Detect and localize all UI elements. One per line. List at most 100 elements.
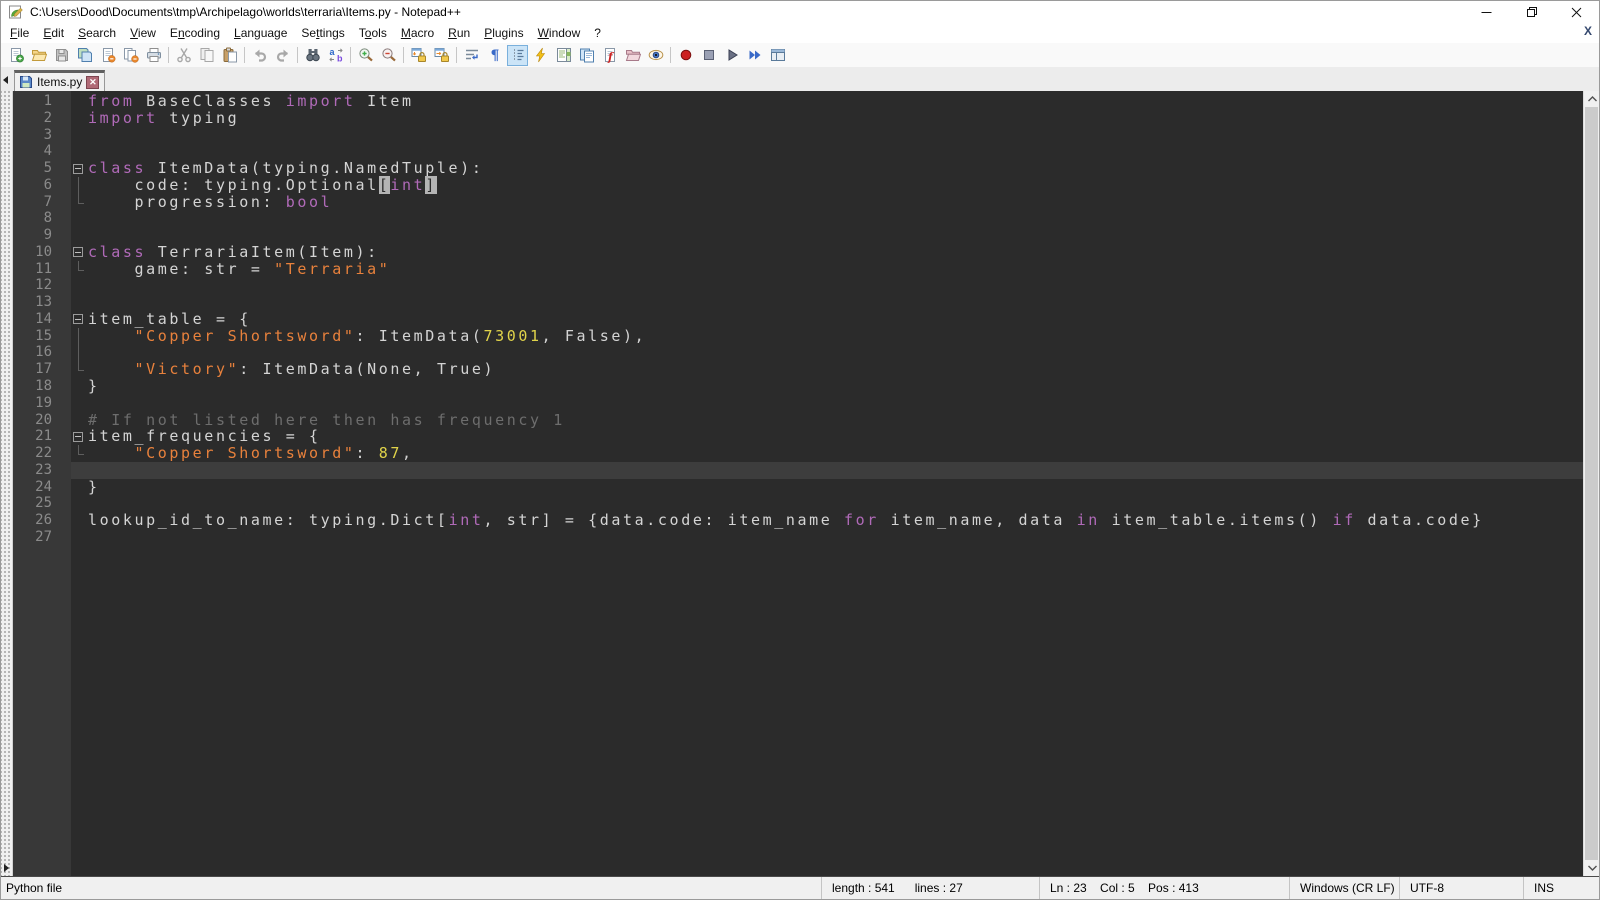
- menu-run[interactable]: Run: [441, 24, 477, 42]
- code-text[interactable]: [88, 495, 1583, 512]
- code-text[interactable]: [88, 277, 1583, 294]
- show-all-characters-button[interactable]: ¶: [484, 45, 505, 66]
- tab-close-icon[interactable]: ✕: [86, 76, 99, 89]
- undo-button[interactable]: [249, 45, 270, 66]
- folder-as-workspace-button[interactable]: [622, 45, 643, 66]
- menu-plugins[interactable]: Plugins: [477, 24, 530, 42]
- paste-button[interactable]: [219, 45, 240, 66]
- close-all-button[interactable]: [120, 45, 141, 66]
- monitoring-button[interactable]: [645, 45, 666, 66]
- code-text[interactable]: "Copper Shortsword": ItemData(73001, Fal…: [88, 328, 1583, 345]
- macro-stop-button[interactable]: [698, 45, 719, 66]
- word-wrap-button[interactable]: [461, 45, 482, 66]
- menu-settings[interactable]: Settings: [294, 24, 351, 42]
- code-text[interactable]: item_table = {: [88, 311, 1583, 328]
- code-text[interactable]: from BaseClasses import Item: [88, 93, 1583, 110]
- sync-horizontal-button[interactable]: [431, 45, 452, 66]
- cut-button[interactable]: [173, 45, 194, 66]
- code-text[interactable]: lookup_id_to_name: typing.Dict[int, str]…: [88, 512, 1583, 529]
- print-button[interactable]: [143, 45, 164, 66]
- zoom-out-button[interactable]: [378, 45, 399, 66]
- fold-collapse-icon[interactable]: [73, 164, 83, 174]
- code-text[interactable]: [88, 227, 1583, 244]
- copy-button[interactable]: [196, 45, 217, 66]
- minimize-button[interactable]: [1464, 1, 1509, 23]
- fold-margin: [71, 479, 88, 496]
- redo-button[interactable]: [272, 45, 293, 66]
- document-map-icon: [556, 47, 572, 63]
- code-text[interactable]: [88, 529, 1583, 546]
- fold-collapse-icon[interactable]: [73, 314, 83, 324]
- fold-toggle[interactable]: [71, 428, 88, 445]
- code-text[interactable]: }: [88, 378, 1583, 395]
- menubar-close-icon[interactable]: X: [1584, 24, 1592, 38]
- menu-edit[interactable]: Edit: [36, 24, 71, 42]
- code-line-18: 18}: [13, 378, 1583, 395]
- code-line-7: 7 progression: bool: [13, 194, 1583, 211]
- zoom-in-button[interactable]: [355, 45, 376, 66]
- code-text[interactable]: progression: bool: [88, 194, 1583, 211]
- replace-button[interactable]: ab: [325, 45, 346, 66]
- fold-collapse-icon[interactable]: [73, 432, 83, 442]
- code-text[interactable]: [88, 143, 1583, 160]
- restore-button[interactable]: [1509, 1, 1554, 23]
- show-indent-guide-button[interactable]: [507, 45, 528, 66]
- code-text[interactable]: [88, 210, 1583, 227]
- menu-search[interactable]: Search: [71, 24, 123, 42]
- dock-splitter[interactable]: [1, 91, 13, 876]
- shortcut-mapper-button[interactable]: [530, 45, 551, 66]
- line-number: 13: [13, 294, 71, 311]
- menu-language[interactable]: Language: [227, 24, 294, 42]
- dock-arrow-icon[interactable]: [4, 864, 9, 872]
- macro-record-button[interactable]: [675, 45, 696, 66]
- menu-file[interactable]: File: [3, 24, 36, 42]
- fold-margin: [71, 462, 88, 479]
- document-switcher-button[interactable]: [576, 45, 597, 66]
- close-button[interactable]: [1554, 1, 1599, 23]
- save-button[interactable]: [51, 45, 72, 66]
- macro-run-multiple-button[interactable]: [744, 45, 765, 66]
- fold-toggle[interactable]: [71, 311, 88, 328]
- code-text[interactable]: code: typing.Optional[int]: [88, 177, 1583, 194]
- open-file-button[interactable]: [28, 45, 49, 66]
- scroll-up-icon[interactable]: [1584, 91, 1600, 107]
- vertical-scrollbar[interactable]: [1583, 91, 1599, 876]
- code-text[interactable]: class TerrariaItem(Item):: [88, 244, 1583, 261]
- code-editor[interactable]: 1from BaseClasses import Item2import typ…: [13, 91, 1583, 876]
- menu-tools[interactable]: Tools: [352, 24, 394, 42]
- code-text[interactable]: # If not listed here then has frequency …: [88, 412, 1583, 429]
- save-all-button[interactable]: [74, 45, 95, 66]
- code-text[interactable]: "Copper Shortsword": 87,: [88, 445, 1583, 462]
- macro-save-button[interactable]: [767, 45, 788, 66]
- macro-play-button[interactable]: [721, 45, 742, 66]
- code-text[interactable]: [88, 395, 1583, 412]
- code-text[interactable]: game: str = "Terraria": [88, 261, 1583, 278]
- code-text[interactable]: }: [88, 479, 1583, 496]
- scrollbar-thumb[interactable]: [1585, 107, 1598, 860]
- close-file-button[interactable]: [97, 45, 118, 66]
- menu-macro[interactable]: Macro: [394, 24, 441, 42]
- code-text[interactable]: [88, 462, 1583, 479]
- menu-window[interactable]: Window: [531, 24, 588, 42]
- tab-items-py[interactable]: Items.py ✕: [14, 70, 105, 91]
- find-button[interactable]: [302, 45, 323, 66]
- code-text[interactable]: class ItemData(typing.NamedTuple):: [88, 160, 1583, 177]
- document-map-button[interactable]: [553, 45, 574, 66]
- code-text[interactable]: "Victory": ItemData(None, True): [88, 361, 1583, 378]
- code-text[interactable]: [88, 127, 1583, 144]
- menu-view[interactable]: View: [123, 24, 163, 42]
- function-list-button[interactable]: f: [599, 45, 620, 66]
- sync-vertical-button[interactable]: [408, 45, 429, 66]
- code-text[interactable]: item_frequencies = {: [88, 428, 1583, 445]
- code-text[interactable]: [88, 344, 1583, 361]
- new-file-button[interactable]: [5, 45, 26, 66]
- fold-collapse-icon[interactable]: [73, 247, 83, 257]
- menu-[interactable]: ?: [587, 24, 608, 42]
- tab-scroll-left-icon[interactable]: [3, 76, 8, 84]
- menu-encoding[interactable]: Encoding: [163, 24, 227, 42]
- fold-toggle[interactable]: [71, 160, 88, 177]
- code-text[interactable]: [88, 294, 1583, 311]
- fold-toggle[interactable]: [71, 244, 88, 261]
- code-text[interactable]: import typing: [88, 110, 1583, 127]
- scroll-down-icon[interactable]: [1584, 860, 1600, 876]
